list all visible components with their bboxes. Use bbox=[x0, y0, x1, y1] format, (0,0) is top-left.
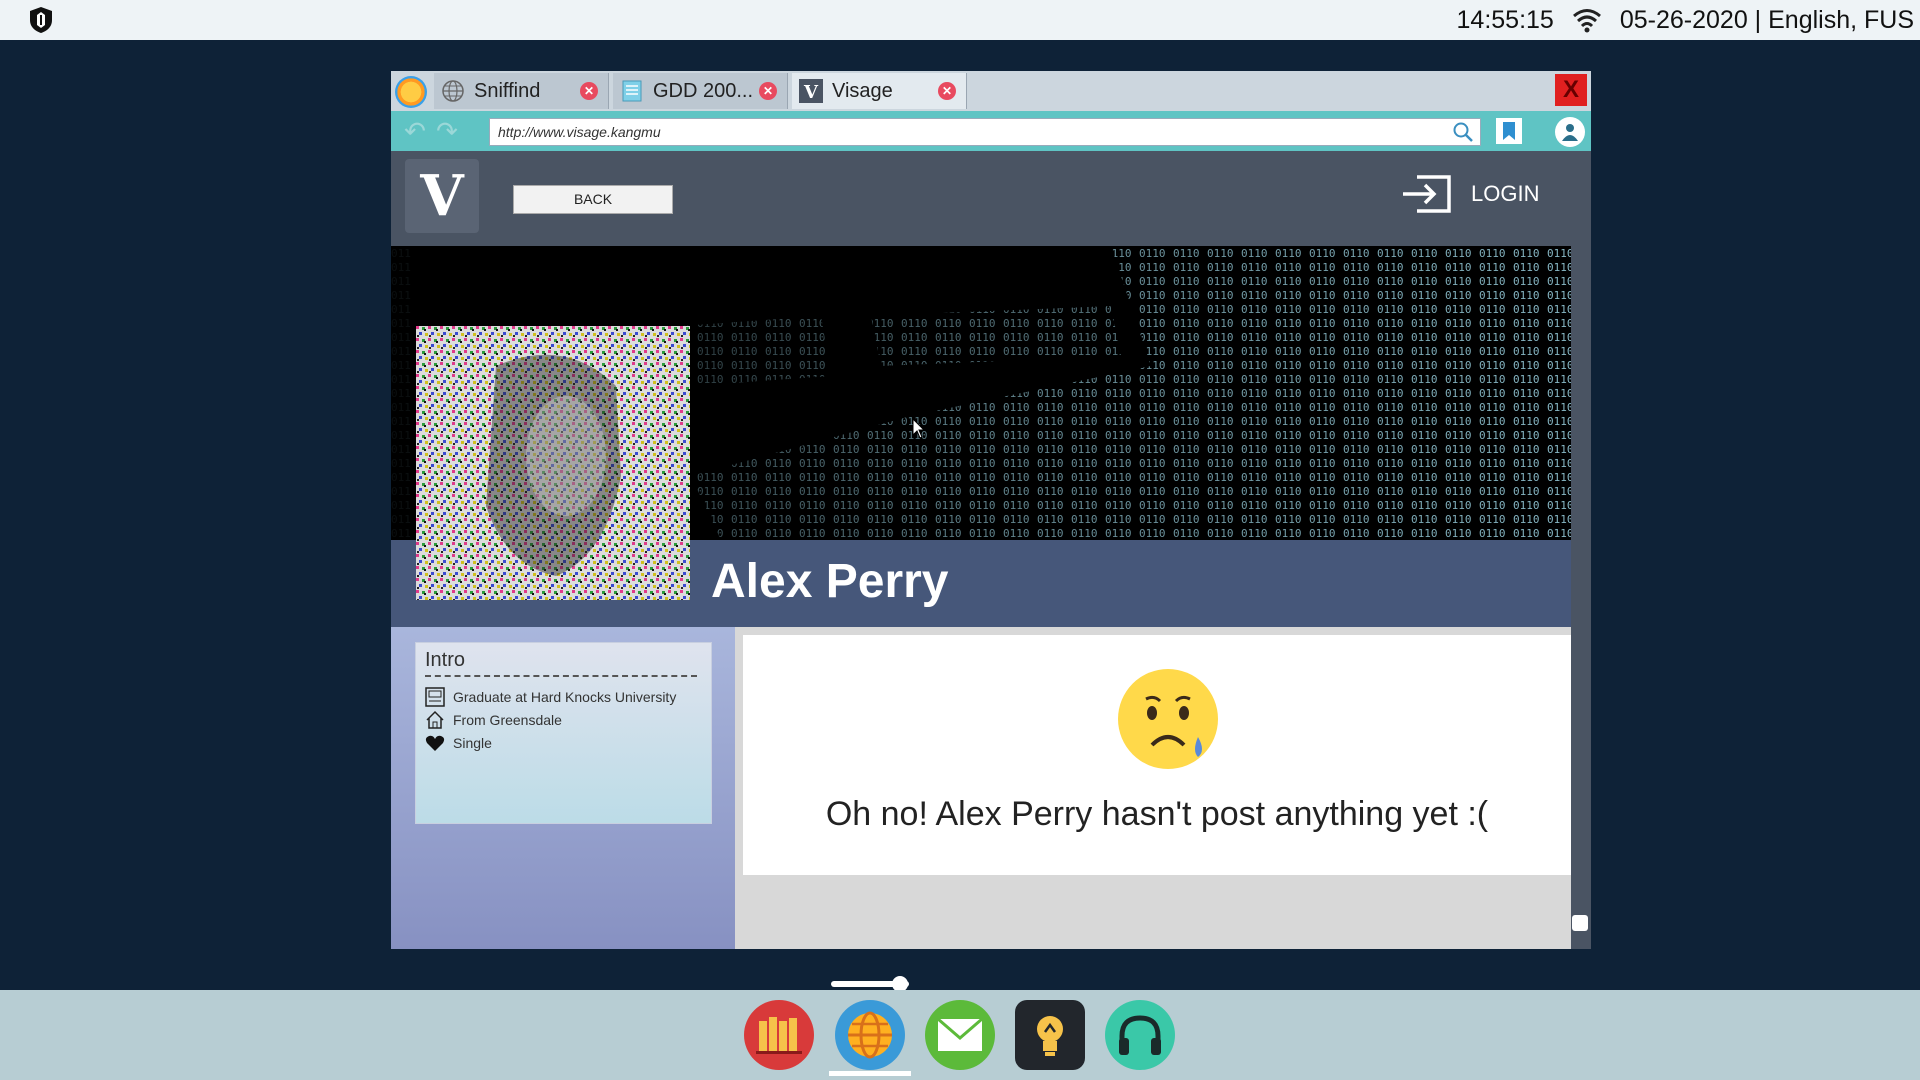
date-locale: 05-26-2020 | English, FUS bbox=[1619, 5, 1914, 34]
home-icon bbox=[425, 710, 445, 730]
url-input[interactable] bbox=[490, 119, 1400, 145]
empty-posts-card: Oh no! Alex Perry hasn't post anything y… bbox=[743, 635, 1571, 875]
address-bar[interactable] bbox=[489, 118, 1481, 146]
visage-page: V BACK LOGIN 0110 bbox=[391, 151, 1571, 949]
navigation-bar: ↶ ↷ bbox=[391, 111, 1591, 151]
posts-area: Oh no! Alex Perry hasn't post anything y… bbox=[735, 627, 1571, 949]
tab-close-icon[interactable]: ✕ bbox=[580, 82, 598, 100]
account-icon[interactable] bbox=[1555, 117, 1585, 147]
forward-arrow-icon[interactable]: ↷ bbox=[433, 117, 461, 145]
tab-label: Visage bbox=[832, 79, 893, 102]
intro-item-education: Graduate at Hard Knocks University bbox=[425, 687, 676, 707]
back-button[interactable]: BACK bbox=[513, 185, 673, 214]
idea-icon[interactable] bbox=[1015, 1000, 1085, 1070]
search-icon[interactable] bbox=[1452, 121, 1474, 143]
tab-close-icon[interactable]: ✕ bbox=[759, 82, 777, 100]
browser-home-icon[interactable] bbox=[395, 76, 427, 108]
back-arrow-icon[interactable]: ↶ bbox=[401, 117, 429, 145]
login-icon bbox=[1403, 175, 1451, 213]
tab-visage[interactable]: V Visage ✕ bbox=[792, 73, 967, 109]
intro-item-text: Graduate at Hard Knocks University bbox=[453, 689, 677, 705]
globe-icon bbox=[440, 78, 466, 104]
tab-label: GDD 200... bbox=[653, 79, 754, 102]
tab-bar: Sniffind ✕ GDD 200... ✕ V Visage ✕ X bbox=[391, 71, 1591, 111]
window-close-button[interactable]: X bbox=[1555, 74, 1587, 106]
intro-item-relationship: Single bbox=[425, 733, 492, 753]
library-icon[interactable] bbox=[744, 1000, 814, 1070]
browser-icon[interactable] bbox=[835, 1000, 905, 1070]
active-app-indicator bbox=[829, 1071, 911, 1076]
visage-logo-icon: V bbox=[798, 78, 824, 104]
profile-sidebar: Intro Graduate at Hard Knocks University… bbox=[391, 627, 735, 949]
app-dock bbox=[0, 990, 1920, 1080]
empty-posts-message: Oh no! Alex Perry hasn't post anything y… bbox=[825, 795, 1489, 833]
heart-icon bbox=[425, 733, 445, 753]
mouse-cursor-icon bbox=[912, 418, 926, 439]
tab-close-icon[interactable]: ✕ bbox=[938, 82, 956, 100]
document-icon bbox=[619, 78, 645, 104]
login-button[interactable]: LOGIN bbox=[1401, 173, 1539, 215]
noisy-portrait-image bbox=[416, 326, 690, 600]
login-label: LOGIN bbox=[1471, 181, 1540, 206]
system-bar: 14:55:15 05-26-2020 | English, FUS bbox=[0, 0, 1920, 40]
visage-logo[interactable]: V bbox=[405, 159, 479, 233]
intro-item-text: From Greensdale bbox=[453, 712, 562, 728]
shield-logo-icon[interactable] bbox=[28, 6, 54, 34]
browser-window: Sniffind ✕ GDD 200... ✕ V Visage ✕ X ↶ ↷ bbox=[391, 71, 1591, 949]
headphones-icon[interactable] bbox=[1105, 1000, 1175, 1070]
bookmark-icon[interactable] bbox=[1496, 118, 1522, 144]
school-icon bbox=[425, 687, 445, 707]
divider bbox=[425, 675, 697, 677]
scrollbar-thumb[interactable] bbox=[1572, 915, 1588, 931]
intro-item-hometown: From Greensdale bbox=[425, 710, 562, 730]
wifi-icon[interactable] bbox=[1572, 7, 1602, 33]
intro-item-text: Single bbox=[453, 735, 492, 751]
sad-face-icon bbox=[1118, 669, 1218, 769]
tab-gdd[interactable]: GDD 200... ✕ bbox=[613, 73, 788, 109]
profile-avatar[interactable] bbox=[416, 326, 690, 600]
tab-sniffind[interactable]: Sniffind ✕ bbox=[434, 73, 609, 109]
profile-name: Alex Perry bbox=[711, 555, 949, 608]
intro-title: Intro bbox=[425, 649, 466, 671]
intro-card: Intro Graduate at Hard Knocks University… bbox=[415, 642, 712, 824]
mail-icon[interactable] bbox=[925, 1000, 995, 1070]
tab-label: Sniffind bbox=[474, 79, 541, 102]
svg-text:V: V bbox=[803, 82, 819, 103]
page-scrollbar[interactable] bbox=[1571, 151, 1591, 949]
clock: 14:55:15 bbox=[1456, 5, 1554, 34]
